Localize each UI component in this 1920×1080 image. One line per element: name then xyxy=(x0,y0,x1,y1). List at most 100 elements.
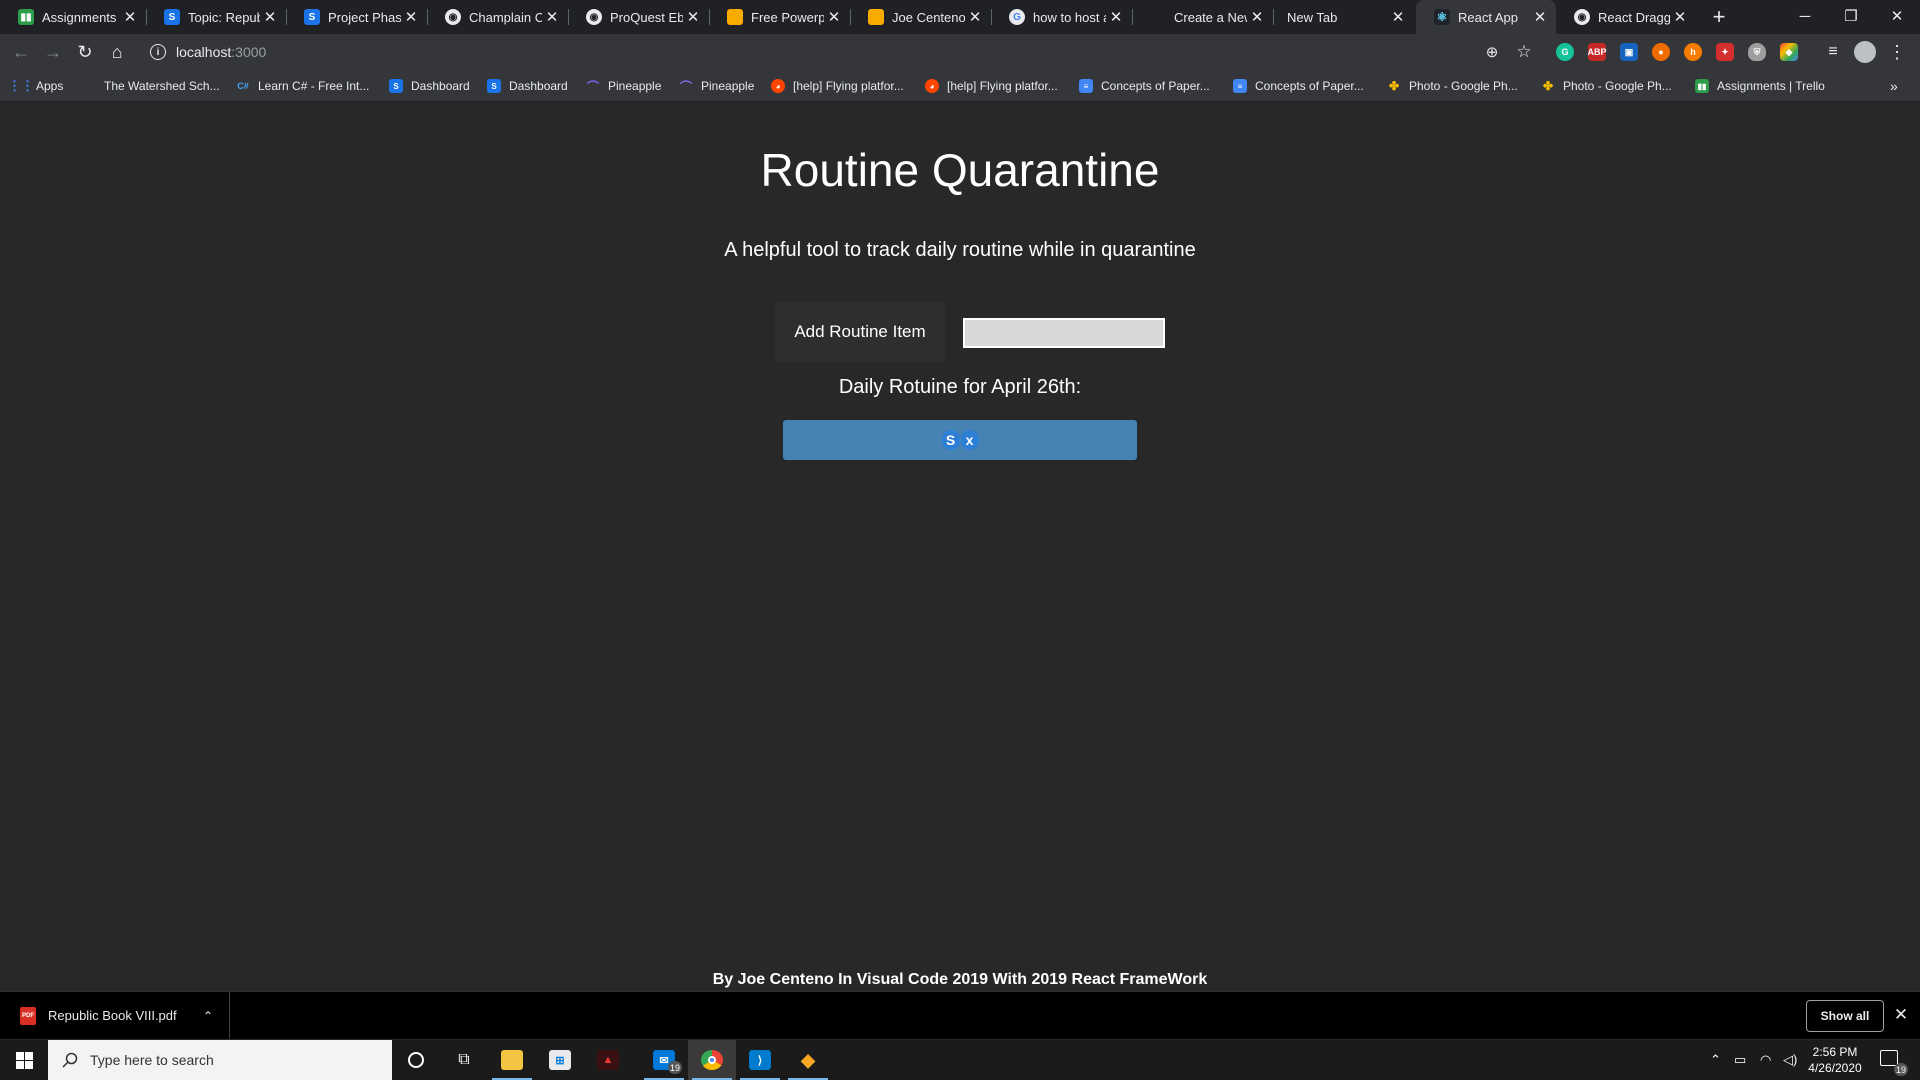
extension-orange-icon[interactable]: ● xyxy=(1652,43,1670,61)
download-bar: PDF Republic Book VIII.pdf ⌃ Show all ✕ xyxy=(0,991,1920,1039)
grammarly-icon[interactable]: G xyxy=(1556,43,1574,61)
address-bar[interactable]: i localhost:3000 xyxy=(140,37,1534,67)
tab-new-tab[interactable]: New Tab ✕ xyxy=(1273,0,1414,34)
schoology-icon: S xyxy=(164,9,180,25)
reload-button[interactable]: ↻ xyxy=(71,38,99,66)
store-icon[interactable]: ⊞ xyxy=(536,1040,584,1080)
tab-project-phase[interactable]: S Project Phase ✕ xyxy=(286,0,427,34)
tab-how-to-host[interactable]: G how to host a ✕ xyxy=(991,0,1132,34)
close-window-button[interactable]: ✕ xyxy=(1874,0,1920,32)
bookmark-star-icon[interactable]: ☆ xyxy=(1510,38,1538,66)
close-tab-icon[interactable]: ✕ xyxy=(1106,7,1126,27)
adblock-plus-icon[interactable]: ABP xyxy=(1588,43,1607,61)
notification-badge: 19 xyxy=(1893,1063,1908,1076)
close-tab-icon[interactable]: ✕ xyxy=(965,7,985,27)
info-icon[interactable]: i xyxy=(150,44,166,60)
show-hidden-icons[interactable]: ⌃ xyxy=(1710,1052,1721,1068)
tab-title: how to host a xyxy=(1033,9,1106,25)
tab-topic-republic[interactable]: S Topic: Republic ✕ xyxy=(146,0,286,34)
task-view-icon[interactable]: ⧉ xyxy=(440,1040,488,1080)
close-tab-icon[interactable]: ✕ xyxy=(401,7,421,27)
tab-joe-centeno[interactable]: Joe Centeno V ✕ xyxy=(850,0,991,34)
mail-icon[interactable]: ✉ 19 xyxy=(640,1040,688,1080)
bookmark-label: Dashboard xyxy=(509,79,568,93)
minimize-button[interactable]: ─ xyxy=(1782,0,1828,32)
bookmark-concepts-1[interactable]: ≡ Concepts of Paper... xyxy=(1079,77,1210,95)
battery-icon[interactable]: ▭ xyxy=(1734,1052,1746,1068)
bookmark-dashboard-1[interactable]: S Dashboard xyxy=(389,77,470,95)
tab-proquest[interactable]: ◉ ProQuest Ebo ✕ xyxy=(568,0,709,34)
volume-icon[interactable]: ◁) xyxy=(1783,1052,1797,1068)
download-item[interactable]: PDF Republic Book VIII.pdf ⌃ xyxy=(0,992,230,1039)
bookmark-reddit-2[interactable]: ◕ [help] Flying platfor... xyxy=(925,77,1058,95)
honey-icon[interactable]: h xyxy=(1684,43,1702,61)
media-controls-icon[interactable]: ≡ xyxy=(1819,38,1847,66)
photos-icon: ✤ xyxy=(1388,79,1400,93)
cortana-icon[interactable] xyxy=(392,1040,440,1080)
close-tab-icon[interactable]: ✕ xyxy=(542,7,562,27)
bookmark-dashboard-2[interactable]: S Dashboard xyxy=(487,77,568,95)
bookmark-photos-2[interactable]: ✤ Photo - Google Ph... xyxy=(1541,77,1672,95)
profile-avatar[interactable] xyxy=(1851,38,1879,66)
game-app-icon[interactable]: ▲ xyxy=(584,1040,632,1080)
tab-title: Joe Centeno V xyxy=(892,9,965,25)
mail-badge: 19 xyxy=(667,1061,682,1074)
extension-blue-icon[interactable]: ▣ xyxy=(1620,43,1638,61)
vscode-icon[interactable]: ⟩ xyxy=(736,1040,784,1080)
bookmark-reddit-1[interactable]: ◕ [help] Flying platfor... xyxy=(771,77,904,95)
bookmark-trello[interactable]: ▮▮ Assignments | Trello xyxy=(1695,77,1825,95)
bookmark-pineapple-1[interactable]: ⌒ Pineapple xyxy=(586,77,661,95)
zoom-icon[interactable]: ⊕ xyxy=(1478,38,1506,66)
wifi-icon[interactable]: ◠ xyxy=(1760,1052,1771,1068)
add-routine-item-button[interactable]: Add Routine Item xyxy=(775,302,945,362)
restore-button[interactable]: ❐ xyxy=(1828,0,1874,32)
gitkraken-icon[interactable]: ◆ xyxy=(784,1040,832,1080)
tab-free-powerpoint[interactable]: Free Powerpo ✕ xyxy=(709,0,850,34)
routine-item-input[interactable] xyxy=(963,318,1165,348)
close-tab-icon[interactable]: ✕ xyxy=(1388,7,1408,27)
delete-routine-item-button[interactable]: x xyxy=(960,430,979,450)
tab-react-draggable[interactable]: ◉ React Draggab ✕ xyxy=(1556,0,1696,34)
tab-create-new[interactable]: Create a New ✕ xyxy=(1132,0,1273,34)
chevron-up-icon[interactable]: ⌃ xyxy=(203,1009,213,1023)
file-explorer-icon[interactable] xyxy=(488,1040,536,1080)
menu-icon[interactable]: ⋮ xyxy=(1883,38,1911,66)
bookmark-pineapple-2[interactable]: ⌒ Pineapple xyxy=(679,77,754,95)
back-button[interactable]: ← xyxy=(7,38,35,66)
bookmarks-bar: ⋮⋮ Apps The Watershed Sch... C# Learn C#… xyxy=(0,70,1920,102)
home-button[interactable]: ⌂ xyxy=(103,38,131,66)
new-tab-button[interactable]: + xyxy=(1706,4,1732,29)
shield-icon[interactable]: ⛨ xyxy=(1748,43,1766,61)
close-tab-icon[interactable]: ✕ xyxy=(824,7,844,27)
bookmark-watershed[interactable]: The Watershed Sch... xyxy=(82,77,220,95)
start-button[interactable] xyxy=(0,1040,48,1080)
tab-champlain[interactable]: ◉ Champlain Col ✕ xyxy=(427,0,568,34)
tab-assignments[interactable]: ▮▮ Assignments | ✕ xyxy=(0,0,146,34)
show-all-button[interactable]: Show all xyxy=(1806,1000,1884,1032)
close-tab-icon[interactable]: ✕ xyxy=(120,7,140,27)
bookmark-label: Photo - Google Ph... xyxy=(1563,79,1672,93)
close-download-bar-icon[interactable]: ✕ xyxy=(1890,1004,1912,1026)
bookmark-concepts-2[interactable]: ≡ Concepts of Paper... xyxy=(1233,77,1364,95)
chrome-icon[interactable] xyxy=(688,1040,736,1080)
system-clock[interactable]: 2:56 PM 4/26/2020 xyxy=(1800,1044,1870,1076)
close-tab-icon[interactable]: ✕ xyxy=(1530,7,1550,27)
bookmark-photos-1[interactable]: ✤ Photo - Google Ph... xyxy=(1387,77,1518,95)
extension-red-icon[interactable]: ✦ xyxy=(1716,43,1734,61)
forward-button[interactable]: → xyxy=(39,38,67,66)
routine-list-item[interactable]: S x xyxy=(783,420,1137,460)
close-tab-icon[interactable]: ✕ xyxy=(1247,7,1267,27)
bookmarks-overflow-icon[interactable]: » xyxy=(1890,77,1898,95)
close-tab-icon[interactable]: ✕ xyxy=(1670,7,1690,27)
bookmark-learn-csharp[interactable]: C# Learn C# - Free Int... xyxy=(236,77,369,95)
docs-icon: ≡ xyxy=(1233,79,1247,93)
color-extension-icon[interactable]: ◆ xyxy=(1780,43,1798,61)
action-center-icon[interactable]: 19 xyxy=(1878,1048,1908,1076)
close-tab-icon[interactable]: ✕ xyxy=(260,7,280,27)
taskbar-search-box[interactable]: Type here to search xyxy=(48,1040,392,1080)
watershed-icon xyxy=(82,79,96,93)
bookmark-apps[interactable]: ⋮⋮ Apps xyxy=(8,77,63,95)
close-tab-icon[interactable]: ✕ xyxy=(683,7,703,27)
tab-react-app[interactable]: ⚛ React App ✕ xyxy=(1416,0,1556,34)
schoology-icon: S xyxy=(389,79,403,93)
